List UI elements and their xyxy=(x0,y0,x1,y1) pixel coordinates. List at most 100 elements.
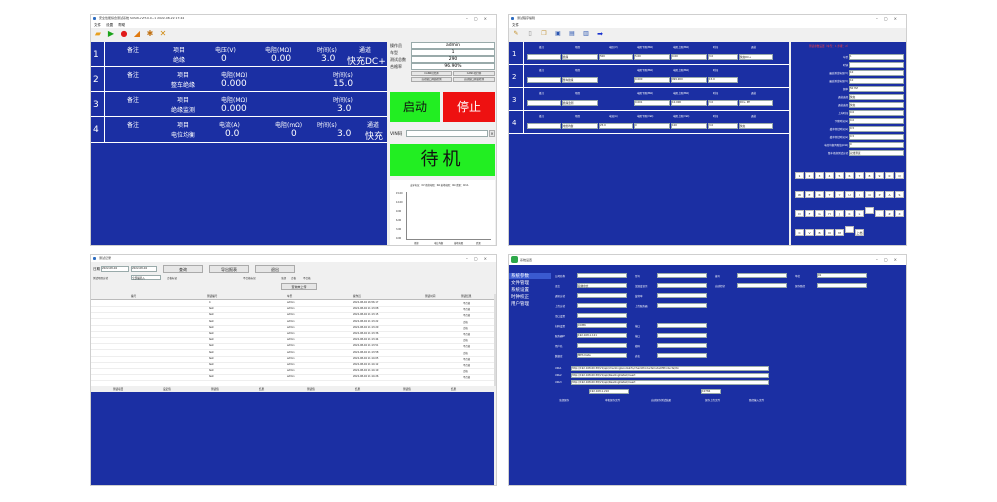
url-input[interactable]: http://192.168.60.58/V1/api/ReadingDetai… xyxy=(571,380,769,385)
item-select[interactable]: 电位均衡 xyxy=(562,123,598,129)
upper-limit-input[interactable]: 999.900 xyxy=(671,77,707,83)
key[interactable]: J xyxy=(835,210,844,217)
nav-clock-calibration[interactable]: 时钟校正 xyxy=(509,294,551,300)
stop-icon[interactable]: ● xyxy=(120,30,128,38)
setting-input[interactable] xyxy=(657,323,707,328)
export-icon[interactable]: ▥ xyxy=(582,30,590,38)
filter-select[interactable]: 全部编码入 xyxy=(131,275,161,280)
channel-select[interactable]: 快充DC+ xyxy=(739,54,773,60)
key[interactable]: V xyxy=(805,229,814,236)
key[interactable]: C xyxy=(795,229,804,236)
key[interactable] xyxy=(845,226,854,233)
window-controls[interactable]: –▢× xyxy=(876,15,903,22)
setting-input[interactable] xyxy=(657,283,707,288)
menu-file[interactable]: 文件 xyxy=(94,23,101,27)
upper-limit-input[interactable]: 10.000 xyxy=(671,100,707,106)
url-input[interactable]: http://192.168.60.58/V1/api/ReadingDetai… xyxy=(571,373,769,378)
voltage-input[interactable]: 500 xyxy=(599,54,633,60)
arrow-right-icon[interactable]: ➡ xyxy=(596,30,604,38)
param-input[interactable]: 10 xyxy=(849,78,904,84)
setting-input[interactable] xyxy=(657,353,707,358)
param-input[interactable]: 0 xyxy=(849,142,904,148)
param-input[interactable]: 0.5 xyxy=(849,134,904,140)
auto-save-option[interactable]: 自动保存测试结果 xyxy=(651,398,671,402)
time-input[interactable]: 15.0 xyxy=(708,77,738,83)
exit-button[interactable]: 退出 xyxy=(255,265,295,273)
vin-clear-button[interactable]: × xyxy=(489,130,495,137)
menu-settings[interactable]: 设置 xyxy=(106,23,113,27)
key[interactable]: E xyxy=(805,191,814,198)
window-controls[interactable]: –▢× xyxy=(466,255,493,262)
key[interactable]: 0 xyxy=(885,172,894,179)
param-input[interactable]: 0.0 xyxy=(849,110,904,116)
key[interactable]: X xyxy=(895,210,904,217)
window-controls[interactable]: –▢× xyxy=(466,15,493,22)
param-input[interactable]: 0.0 xyxy=(849,118,904,124)
key[interactable]: W xyxy=(795,191,804,198)
filter-fail-radio[interactable]: 不合格 xyxy=(303,276,311,280)
note-input[interactable] xyxy=(527,100,561,106)
current-input[interactable]: 25.0 xyxy=(599,123,633,129)
channel-select[interactable]: DC+ PE xyxy=(739,100,773,106)
setting-input[interactable] xyxy=(657,303,707,308)
setting-input[interactable] xyxy=(577,313,627,318)
note-input[interactable] xyxy=(527,123,561,129)
setting-input[interactable] xyxy=(817,283,867,288)
port-input[interactable]: 10784 xyxy=(701,389,721,394)
param-input[interactable] xyxy=(849,62,904,68)
filter-pass-radio[interactable]: 合格 xyxy=(291,276,296,280)
key[interactable]: Z xyxy=(885,210,894,217)
menu-help[interactable]: 帮助 xyxy=(118,23,125,27)
setting-input[interactable] xyxy=(577,343,627,348)
key[interactable]: 6 xyxy=(845,172,854,179)
date-from-input[interactable]: 2022-08-04 xyxy=(101,266,129,272)
key[interactable]: L xyxy=(855,210,864,217)
setting-input[interactable] xyxy=(657,343,707,348)
lower-limit-input[interactable]: 0.001 xyxy=(634,100,670,106)
path-input-option[interactable]: 路径输入文件 xyxy=(749,398,764,402)
key[interactable]: O xyxy=(865,191,874,198)
setting-input[interactable]: 192.168.1.121 xyxy=(577,333,627,338)
setting-input[interactable] xyxy=(657,333,707,338)
item-select[interactable]: 绝缘监测 xyxy=(562,100,598,106)
local-save-option[interactable]: 本机保存文件 xyxy=(605,398,620,402)
play-icon[interactable]: ▶ xyxy=(107,30,115,38)
key[interactable]: B xyxy=(815,229,824,236)
setting-input[interactable] xyxy=(737,273,787,278)
pass-mark-option[interactable]: 合格标记 xyxy=(167,276,177,280)
key[interactable]: T xyxy=(825,191,834,198)
param-input[interactable]: 1 xyxy=(849,54,904,60)
note-input[interactable] xyxy=(527,54,561,60)
key[interactable]: S xyxy=(895,191,904,198)
key[interactable]: H xyxy=(825,210,834,217)
nav-file-management[interactable]: 文件管理 xyxy=(509,280,551,286)
query-button[interactable]: 查询 xyxy=(163,265,203,273)
note-input[interactable] xyxy=(527,77,561,83)
vin-input[interactable] xyxy=(406,130,488,137)
key[interactable]: R xyxy=(815,191,824,198)
setting-input[interactable]: 01 xyxy=(817,273,867,278)
fail-mark-option[interactable]: 不合格标记 xyxy=(243,276,256,280)
item-select[interactable]: 绝缘 xyxy=(562,54,598,60)
save-icon[interactable]: ▣ xyxy=(554,30,562,38)
key[interactable]: 8 xyxy=(865,172,874,179)
save-as-icon[interactable]: ▤ xyxy=(568,30,576,38)
param-input[interactable]: 快充 xyxy=(849,94,904,100)
key[interactable]: 7 xyxy=(855,172,864,179)
key[interactable]: 1 xyxy=(795,172,804,179)
key[interactable]: I xyxy=(855,191,864,198)
auto-detect-button[interactable]: 自动窗口开始检测 xyxy=(411,77,452,82)
key[interactable]: M xyxy=(835,229,844,236)
nav-user-management[interactable]: 用户管理 xyxy=(509,301,551,307)
setting-input[interactable] xyxy=(577,293,627,298)
folder-open-icon[interactable]: ▰ xyxy=(94,30,102,38)
key[interactable]: 3 xyxy=(815,172,824,179)
param-input[interactable]: 50 HZ xyxy=(849,86,904,92)
key[interactable]: 上档 xyxy=(855,229,864,236)
filter-all-radio[interactable]: 全部 xyxy=(281,276,286,280)
key[interactable]: A xyxy=(885,191,894,198)
tools-icon[interactable]: ✕ xyxy=(159,30,167,38)
query-unuploaded-button[interactable]: 查询未上传 xyxy=(281,283,317,290)
import-icon[interactable]: ◢ xyxy=(133,30,141,38)
key[interactable]: U xyxy=(845,191,854,198)
